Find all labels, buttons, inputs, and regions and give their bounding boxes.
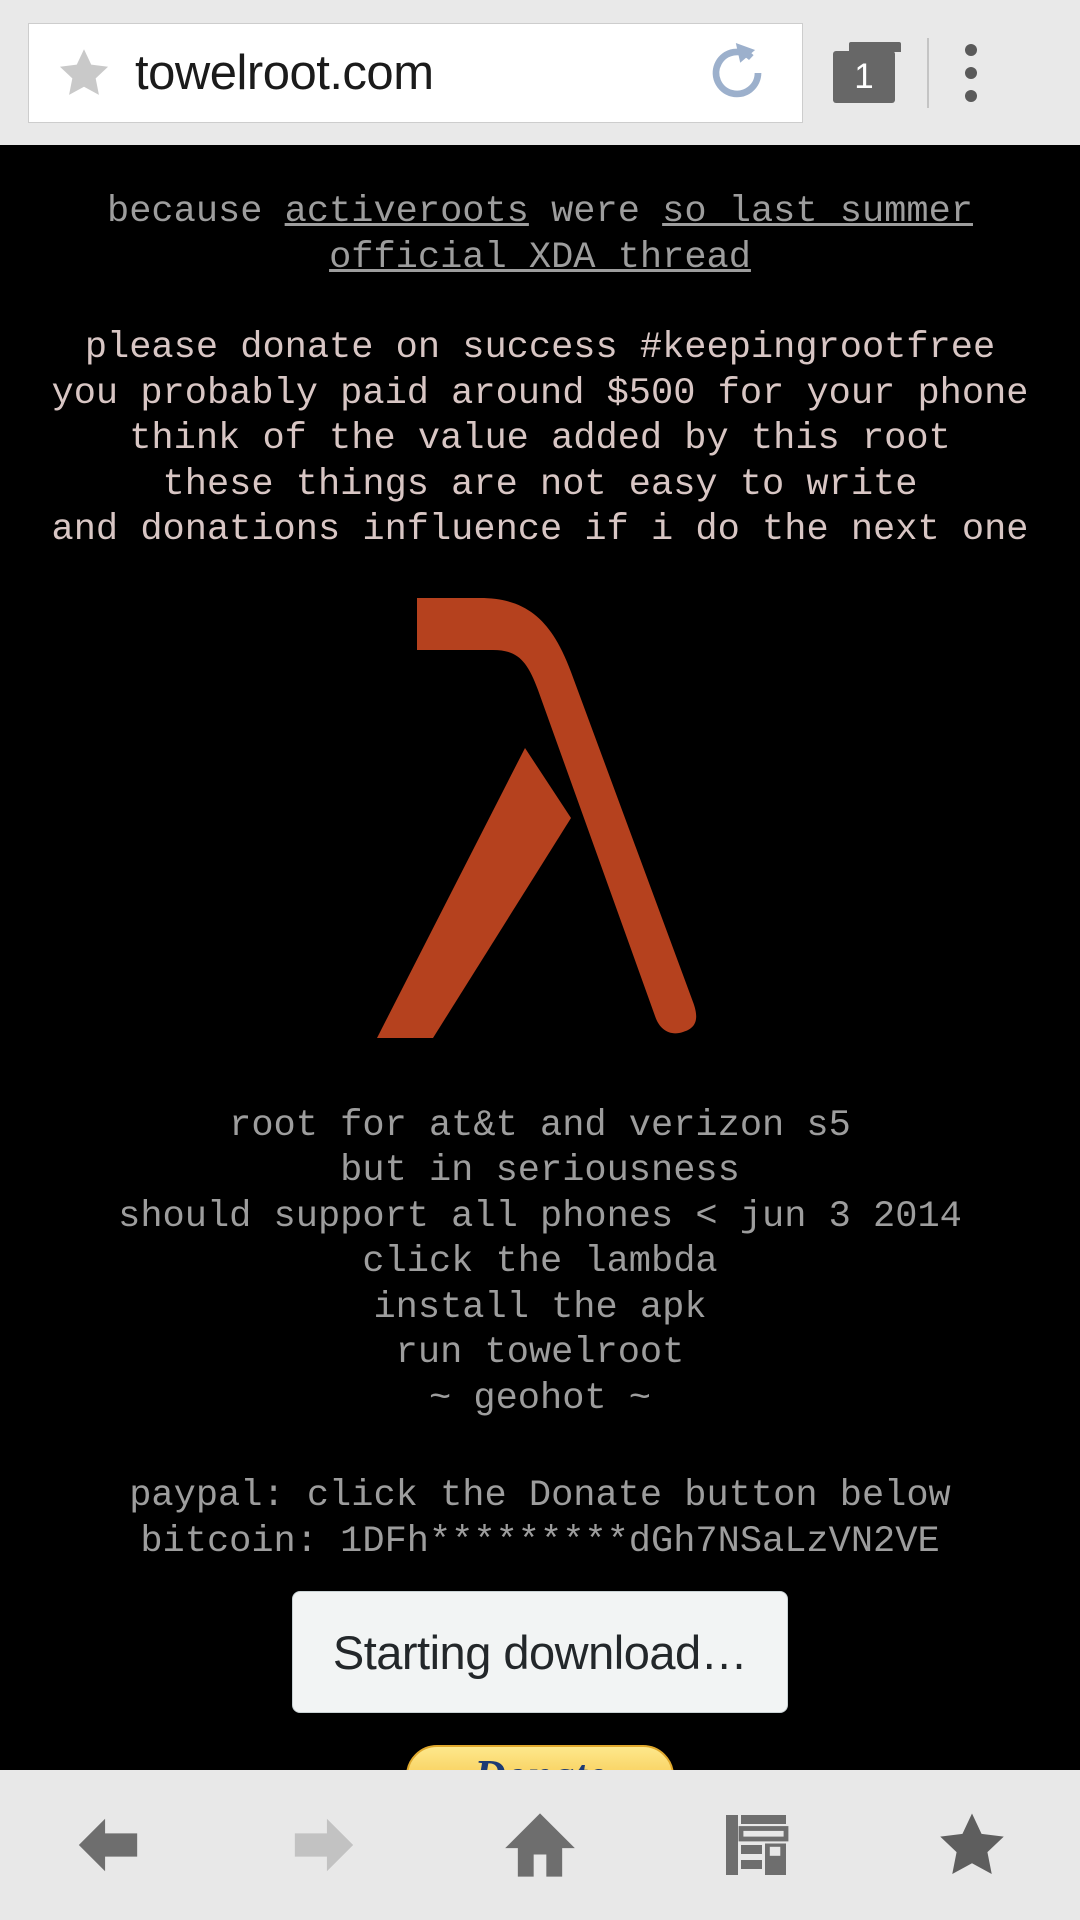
donate-line-1: please donate on success #keepingrootfre… xyxy=(84,327,996,369)
forward-button[interactable] xyxy=(216,1770,432,1920)
bottom-navigation-bar xyxy=(0,1770,1080,1920)
star-icon[interactable] xyxy=(55,45,113,101)
bookmark-star-icon xyxy=(934,1808,1010,1882)
url-bar[interactable]: towelroot.com xyxy=(28,22,803,123)
bookmarks-button[interactable] xyxy=(864,1770,1080,1920)
bitcoin-line: bitcoin: 1DFh*********dGh7NSaLzVN2VE xyxy=(140,1520,940,1563)
lambda-logo-container[interactable] xyxy=(0,597,1080,1048)
url-text[interactable]: towelroot.com xyxy=(135,45,702,101)
browser-top-chrome: towelroot.com 1 xyxy=(0,0,1080,145)
instructions-line-1: root for at&t and verizon s5 xyxy=(229,1104,851,1147)
activeroots-link[interactable]: activeroots xyxy=(285,191,529,233)
home-button[interactable] xyxy=(432,1770,648,1920)
donate-button-label: Donate xyxy=(474,1751,606,1770)
intro-middle: were xyxy=(528,191,663,233)
download-toast-message: Starting download… xyxy=(332,1625,748,1679)
instructions-line-2: but in seriousness xyxy=(340,1150,740,1192)
reload-icon[interactable] xyxy=(702,38,772,108)
donate-line-4: these things are not easy to write xyxy=(162,463,918,506)
instructions-text-block: root for at&t and verizon s5 but in seri… xyxy=(0,1104,1080,1423)
donate-line-3: think of the value added by this root xyxy=(129,418,951,460)
back-arrow-icon xyxy=(69,1810,147,1880)
paypal-line: paypal: click the Donate button below xyxy=(129,1475,951,1517)
donate-text-block: please donate on success #keepingrootfre… xyxy=(0,326,1080,554)
menu-dot xyxy=(965,43,977,56)
lambda-logo[interactable] xyxy=(375,597,705,1048)
official-xda-thread-link[interactable]: official XDA thread xyxy=(329,237,751,279)
download-toast: Starting download… xyxy=(292,1591,788,1713)
donate-button[interactable]: Donate xyxy=(406,1745,674,1770)
donate-line-5: and donations influence if i do the next… xyxy=(51,509,1029,551)
intro-prefix: because xyxy=(107,191,285,233)
back-button[interactable] xyxy=(0,1770,216,1920)
instructions-line-6: run towelroot xyxy=(395,1332,685,1374)
so-last-summer-link[interactable]: so last summer xyxy=(662,191,973,233)
tab-count-label: 1 xyxy=(833,50,895,103)
home-icon xyxy=(500,1807,580,1883)
instructions-line-4: click the lambda xyxy=(362,1241,718,1283)
reader-icon xyxy=(720,1807,792,1883)
instructions-line-5: install the apk xyxy=(373,1286,707,1329)
forward-arrow-icon xyxy=(285,1810,363,1880)
instructions-signature: ~ geohot ~ xyxy=(428,1377,652,1420)
reader-button[interactable] xyxy=(648,1770,864,1920)
web-page-content: because activeroots were so last summer … xyxy=(0,145,1080,1770)
donate-line-2: you probably paid around $500 for your p… xyxy=(51,372,1029,415)
intro-text-block: because activeroots were so last summer … xyxy=(0,190,1080,281)
menu-dot xyxy=(965,66,977,79)
chrome-divider xyxy=(927,37,929,108)
tab-counter-button[interactable]: 1 xyxy=(833,41,901,104)
instructions-line-3: should support all phones < jun 3 2014 xyxy=(118,1195,962,1238)
menu-dot xyxy=(965,89,977,102)
overflow-menu-icon[interactable] xyxy=(965,43,977,102)
payment-text-block: paypal: click the Donate button below bi… xyxy=(0,1474,1080,1565)
